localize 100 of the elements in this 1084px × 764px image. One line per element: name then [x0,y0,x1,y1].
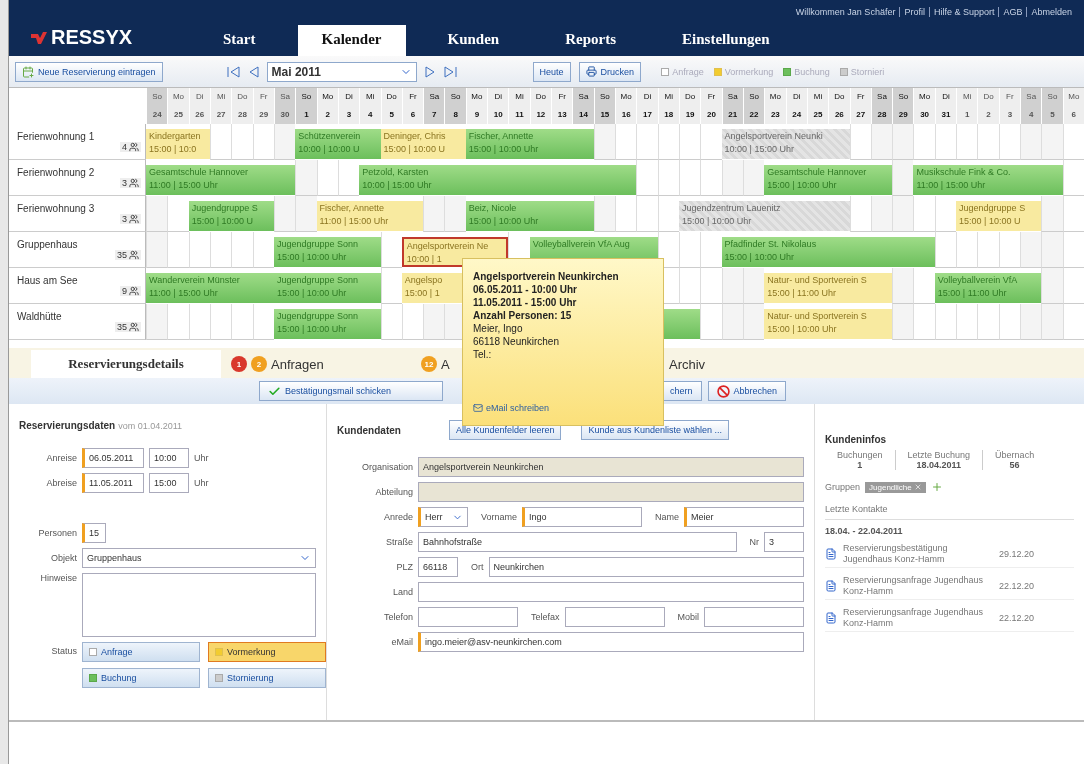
first-page-icon[interactable] [226,65,241,78]
remove-icon[interactable] [913,483,922,491]
status-button[interactable]: Stornierung [208,668,326,688]
nav-tab[interactable]: Start [199,25,280,56]
header-link[interactable]: Abmelden [1026,7,1076,17]
header-link[interactable]: AGB [998,7,1027,17]
new-reservation-button[interactable]: Neue Reservierung eintragen [15,61,163,82]
weekday-label: Sa [870,88,893,106]
time-field[interactable]: 15:00 [149,473,189,493]
status-button[interactable]: Vormerkung [208,642,326,662]
weekday-label: So [444,88,466,106]
input-field[interactable]: Ingo [522,507,642,527]
nav-tab[interactable]: Reports [541,25,641,56]
document-icon [825,612,837,624]
field-label: Vorname [481,512,518,522]
previous-icon[interactable] [248,65,259,78]
print-button[interactable]: Drucken [578,61,642,82]
input-field[interactable] [418,482,804,502]
last-page-icon[interactable] [442,65,457,78]
today-button[interactable]: Heute [532,61,571,82]
date-field[interactable]: 06.05.2011 [82,448,144,468]
input-field[interactable]: ingo.meier@asv-neunkirchen.com [418,632,804,652]
email-link[interactable]: eMail schreiben [473,403,653,413]
nav-tab[interactable]: Kalender [297,25,406,56]
date-label: 21 [721,106,743,124]
detail-tab[interactable]: 1 2 Anfragen [221,350,334,378]
booking-title: Jugendgruppe Sonn [276,273,358,287]
weekday-label: Di [934,88,957,106]
booking-time: 15:00 | 10:00 Uhr [276,250,347,264]
status-button[interactable]: Anfrage [82,642,200,662]
booking-title: Gesamtschule Hannover [149,165,249,179]
input-field[interactable]: 66118 [418,557,458,577]
people-icon [129,286,139,296]
booking-bar[interactable]: Natur- und Sportverein S 15:00 | 10:00 Uhr [764,308,893,339]
booking-bar[interactable]: Deninger, Chris 15:00 | 10:00 U [380,128,466,159]
contacts-label: Letzte Kontakte [825,504,889,514]
date-field[interactable]: 11.05.2011 [82,473,144,493]
input-field[interactable] [564,607,665,627]
cancel-icon [716,384,730,398]
action-button[interactable]: Abbrechen [707,381,787,401]
weekday-label: Mo [167,88,189,106]
input-field[interactable]: Angelsportverein Neunkirchen [418,457,804,477]
nav-tab[interactable]: Kunden [423,25,524,56]
time-field[interactable]: 10:00 [149,448,189,468]
next-icon[interactable] [424,65,435,78]
notes-field[interactable] [82,573,316,637]
capacity-badge: 35 [115,250,141,260]
stat-label: Buchungen [837,450,883,460]
date-label: 3 [998,106,1021,124]
booking-bar[interactable]: Kindergarten 15:00 | 10:0 [146,128,210,159]
date-label: 24 [785,106,807,124]
booking-bar[interactable]: Fischer, Annette 11:00 | 15:00 Uhr [316,200,424,231]
date-label: 10 [487,106,509,124]
booking-time: 15:00 | 10:00 Uhr [276,322,347,336]
people-icon [129,322,139,332]
weekday-label: So [742,88,765,106]
legend-item: Stornieri [839,66,885,77]
object-select[interactable]: Gruppenhaus [82,548,316,568]
input-field[interactable]: 3 [764,532,804,552]
contact-link[interactable]: Reservierungsbestätigung Jugendhaus Konz-Hamm [843,543,993,565]
input-field[interactable] [704,607,804,627]
persons-field[interactable]: 15 [82,523,106,543]
action-button[interactable]: Bestätigungsmail schicken [259,381,443,401]
date-label: 24 [146,106,168,124]
input-field[interactable] [418,582,804,602]
logo: RESSYX [9,26,199,56]
weekday-label: Do [529,88,552,106]
header-link[interactable]: Profil [899,7,929,17]
month-select[interactable]: Mai 2011 [266,61,417,82]
detail-tab[interactable]: Reservierungsdetails [31,350,221,378]
input-field[interactable]: Meier [684,507,804,527]
document-icon [825,580,837,592]
input-field[interactable]: Neunkirchen [488,557,804,577]
input-field[interactable]: Bahnhofstraße [418,532,737,552]
weekday-label: So [295,88,317,106]
date-label: 2 [316,106,338,124]
weekday-label: Do [828,88,850,106]
booking-time: 15:00 | 10:00 Uhr [276,286,347,300]
add-icon[interactable] [930,481,943,493]
detail-tab[interactable]: 12 A [411,350,460,378]
contact-link[interactable]: Reservierungsanfrage Jugendhaus Konz-Hamm [843,575,993,597]
contact-link[interactable]: Reservierungsanfrage Jugendhaus Konz-Hamm [843,607,993,629]
resource-name: Waldhütte [17,311,63,322]
field-label: Abteilung [374,487,413,497]
weekday-label: Do [380,88,402,106]
booking-bar[interactable]: Angelsportverein Neunki 10:00 | 15:00 Uhr [721,128,850,159]
nav-tab[interactable]: Einstellungen [658,25,794,56]
weekday-label: So [593,88,615,106]
action-button[interactable]: chern [661,381,702,401]
contact-date: 22.12.20 [999,613,1035,623]
booking-bar[interactable]: Natur- und Sportverein S 15:00 | 11:00 Uhr [764,272,893,303]
booking-bar[interactable]: Jugendgruppe S 15:00 | 10:00 U [956,200,1042,231]
booking-time: 11:00 | 15:00 Uhr [916,178,986,192]
booking-bar[interactable]: Jugendzentrum Lauenitz 15:00 | 10:00 Uhr [678,200,850,231]
field-label: eMail [390,637,413,647]
input-field[interactable] [418,607,518,627]
status-button[interactable]: Buchung [82,668,200,688]
stat-value: 18.04.2011 [916,460,962,470]
salutation-select[interactable]: Herr [418,507,468,527]
header-link[interactable]: Hilfe & Support [928,7,999,17]
